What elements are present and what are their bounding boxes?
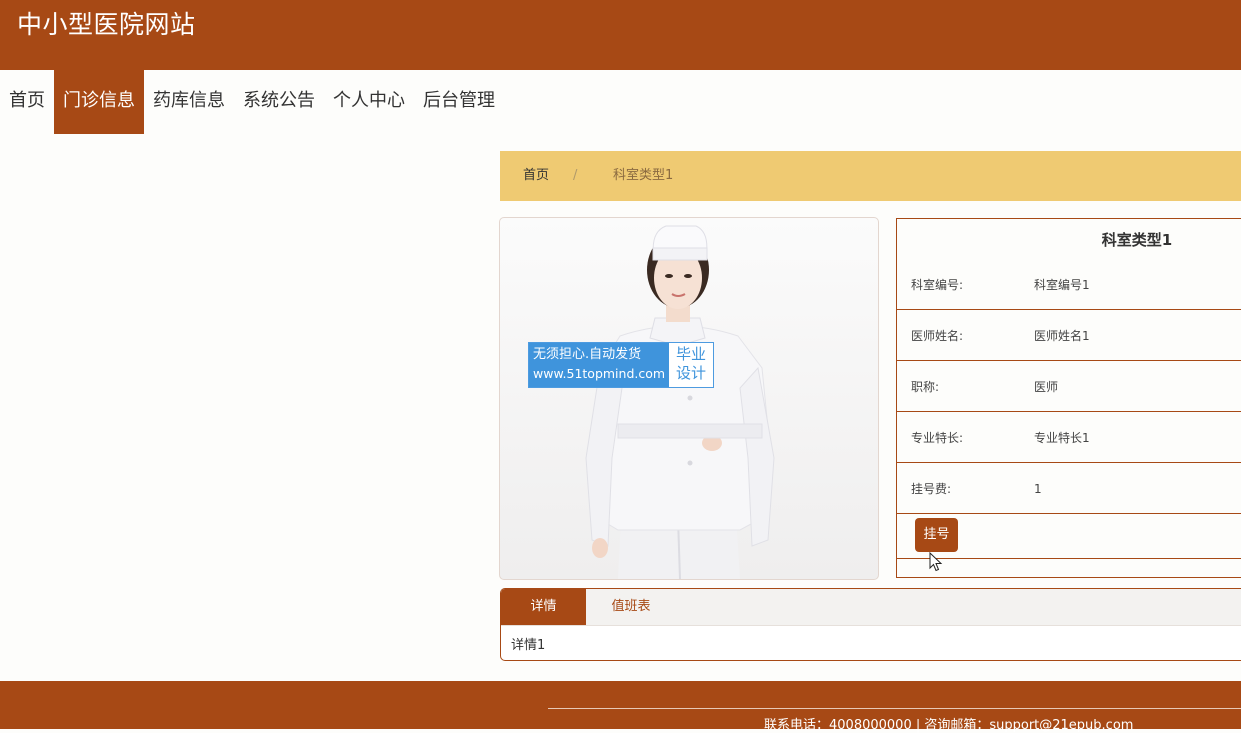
info-row-department-number: 科室编号: 科室编号1 xyxy=(897,259,1241,310)
register-button[interactable]: 挂号 xyxy=(915,518,958,552)
info-label: 挂号费: xyxy=(911,482,952,496)
info-label: 职称: xyxy=(911,380,940,394)
site-footer: 联系电话：4008000000 | 咨询邮箱：support@21epub.co… xyxy=(0,681,1241,733)
department-info-panel: 科室类型1 科室编号: 科室编号1 医师姓名: 医师姓名1 职称: 医师 专业特… xyxy=(896,218,1241,578)
mouse-cursor-icon xyxy=(929,552,943,572)
watermark-text-line1: 无须担心.自动发货 xyxy=(533,347,642,362)
site-header: 中小型医院网站 xyxy=(0,0,1241,70)
watermark-right-line2: 设计 xyxy=(676,364,707,382)
info-value: 医师姓名1 xyxy=(1034,329,1090,343)
tab-content: 详情1 xyxy=(511,638,546,653)
nav-item-home[interactable]: 首页 xyxy=(0,70,54,134)
details-tabs: 详情 值班表 详情1 xyxy=(500,588,1241,661)
tabs-bar: 详情 值班表 xyxy=(501,589,1241,626)
footer-divider xyxy=(548,708,1241,709)
info-value: 医师 xyxy=(1034,380,1059,394)
panel-divider xyxy=(897,558,1241,559)
nurse-figure-illustration xyxy=(585,225,775,579)
nav-item-personal-center[interactable]: 个人中心 xyxy=(324,70,414,134)
info-row-title: 职称: 医师 xyxy=(897,361,1241,412)
department-title: 科室类型1 xyxy=(1101,231,1173,249)
info-label: 专业特长: xyxy=(911,431,964,445)
info-value: 1 xyxy=(1034,482,1042,496)
nav-item-announcements[interactable]: 系统公告 xyxy=(234,70,324,134)
nav-item-pharmacy-info[interactable]: 药库信息 xyxy=(144,70,234,134)
breadcrumb-current: 科室类型1 xyxy=(613,168,674,183)
info-row-specialty: 专业特长: 专业特长1 xyxy=(897,412,1241,463)
watermark-text-line2: www.51topmind.com xyxy=(533,366,666,381)
watermark-badge: 无须担心.自动发货 www.51topmind.com 毕业 设计 xyxy=(528,342,715,388)
breadcrumb-separator: / xyxy=(573,168,578,183)
doctor-photo: 无须担心.自动发货 www.51topmind.com 毕业 设计 xyxy=(499,217,879,580)
breadcrumb-home-link[interactable]: 首页 xyxy=(523,151,549,201)
info-label: 医师姓名: xyxy=(911,329,964,343)
tab-details[interactable]: 详情 xyxy=(501,589,586,625)
site-title[interactable]: 中小型医院网站 xyxy=(17,5,196,41)
tab-duty-schedule[interactable]: 值班表 xyxy=(586,589,676,625)
info-row-doctor-name: 医师姓名: 医师姓名1 xyxy=(897,310,1241,361)
main-nav: 首页 门诊信息 药库信息 系统公告 个人中心 后台管理 xyxy=(0,70,504,134)
nav-item-clinic-info[interactable]: 门诊信息 xyxy=(54,70,144,134)
footer-contact-text: 联系电话：4008000000 | 咨询邮箱：support@21epub.co… xyxy=(764,718,1134,733)
info-row-registration-fee: 挂号费: 1 xyxy=(897,463,1241,514)
nav-item-admin[interactable]: 后台管理 xyxy=(414,70,504,134)
watermark-right-line1: 毕业 xyxy=(676,345,707,363)
info-value: 专业特长1 xyxy=(1034,431,1090,445)
breadcrumb: 首页 / 科室类型1 xyxy=(500,151,1241,201)
info-value: 科室编号1 xyxy=(1034,278,1090,292)
info-label: 科室编号: xyxy=(911,278,964,292)
